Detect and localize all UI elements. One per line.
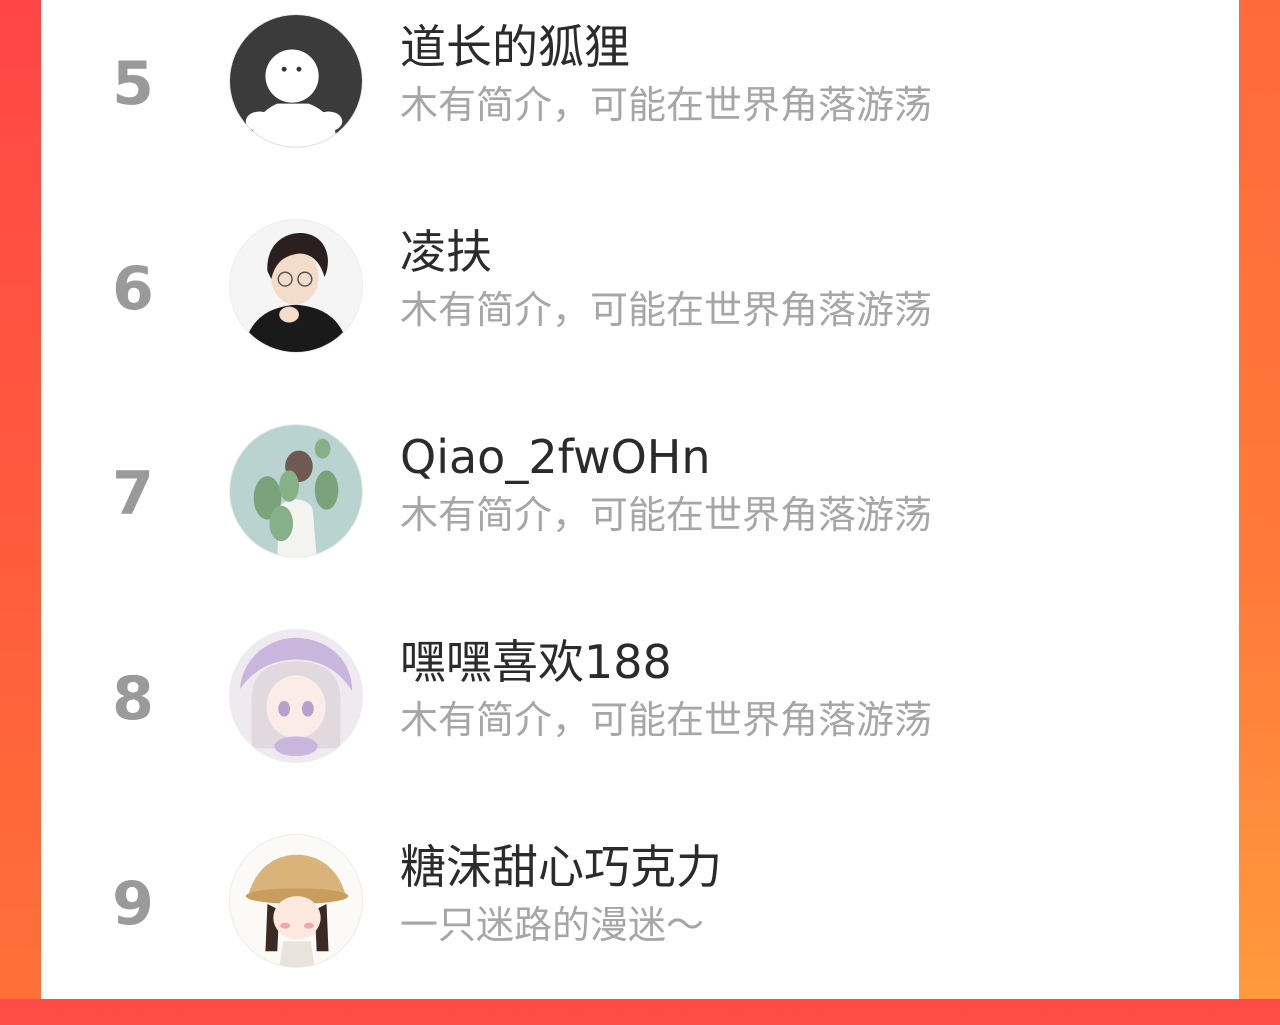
rank-number: 9 xyxy=(112,869,154,939)
rank-number: 8 xyxy=(112,664,154,734)
user-name[interactable]: 凌扶 xyxy=(400,229,492,275)
rank-number: 6 xyxy=(112,254,154,324)
user-name[interactable]: Qiao_2fwOHn xyxy=(400,434,711,480)
ranking-row-6[interactable]: 6 凌扶 木有简介，可能在世界角落游荡 xyxy=(41,205,1239,410)
anime-girl-avatar-icon[interactable] xyxy=(229,629,363,763)
ranking-row-8[interactable]: 8 嘿嘿喜欢188 木有简介，可能在世界角落游荡 xyxy=(41,615,1239,820)
user-bio: 木有简介，可能在世界角落游荡 xyxy=(400,698,933,742)
user-bio: 木有简介，可能在世界角落游荡 xyxy=(400,493,933,537)
ranking-list-panel: 5 道长的狐狸 木有简介，可能在世界角落游荡 6 凌扶 木有简介，可能在世界角落… xyxy=(41,0,1239,999)
user-bio: 一只迷路的漫迷～ xyxy=(400,903,705,947)
user-name[interactable]: 嘿嘿喜欢188 xyxy=(400,639,672,685)
ranking-row-9[interactable]: 9 糖沫甜心巧克力 一只迷路的漫迷～ xyxy=(41,820,1239,1025)
right-gradient-border xyxy=(1239,0,1280,999)
default-ghost-avatar-icon[interactable] xyxy=(229,14,363,148)
hat-girl-avatar-icon[interactable] xyxy=(229,834,363,968)
user-name[interactable]: 道长的狐狸 xyxy=(400,24,630,70)
user-bio: 木有简介，可能在世界角落游荡 xyxy=(400,83,933,127)
rank-number: 7 xyxy=(112,459,154,529)
ranking-row-5[interactable]: 5 道长的狐狸 木有简介，可能在世界角落游荡 xyxy=(41,0,1239,205)
cactus-girl-avatar-icon[interactable] xyxy=(229,424,363,558)
user-bio: 木有简介，可能在世界角落游荡 xyxy=(400,288,933,332)
ranking-row-7[interactable]: 7 Qiao_2fwOHn 木有简介，可能在世界角落游荡 xyxy=(41,410,1239,615)
boy-glasses-avatar-icon[interactable] xyxy=(229,219,363,353)
left-gradient-border xyxy=(0,0,41,999)
rank-number: 5 xyxy=(112,49,154,119)
user-name[interactable]: 糖沫甜心巧克力 xyxy=(400,844,722,890)
